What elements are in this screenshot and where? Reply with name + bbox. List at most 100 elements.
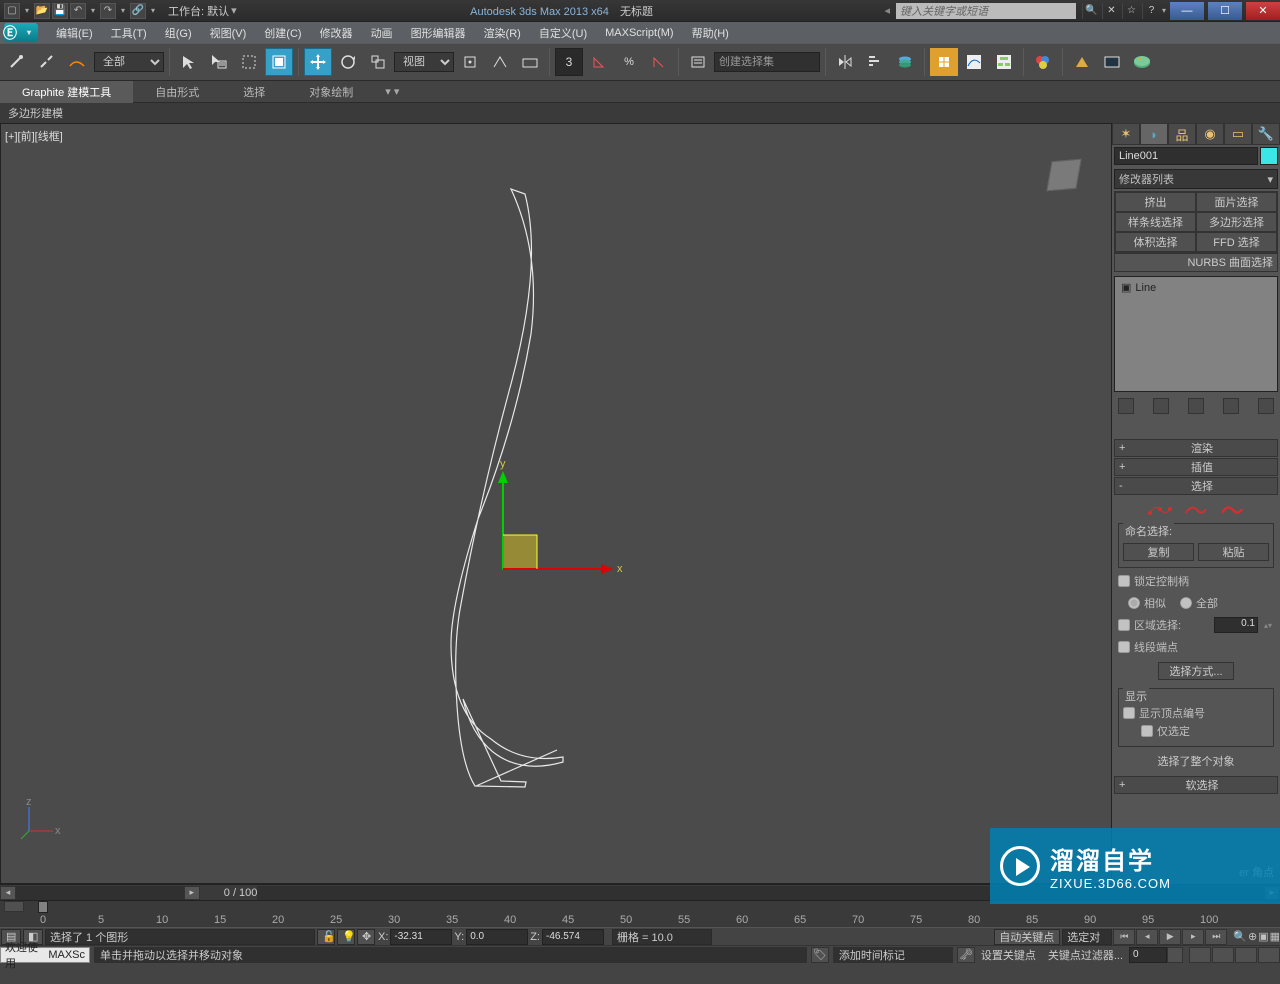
zoom-all-icon[interactable]: ⊕: [1248, 930, 1257, 943]
subscription-icon[interactable]: ✕: [1102, 3, 1120, 19]
autokey-button[interactable]: 自动关键点: [994, 929, 1060, 945]
tab-create[interactable]: ✶: [1112, 123, 1140, 145]
save-icon[interactable]: 💾: [52, 3, 68, 19]
orbit-icon[interactable]: [1235, 947, 1257, 963]
object-color-swatch[interactable]: [1260, 147, 1278, 165]
select-scale-icon[interactable]: [364, 48, 392, 76]
object-name-field[interactable]: Line001: [1114, 147, 1258, 165]
snap-toggle-icon[interactable]: 3: [555, 48, 583, 76]
select-object-icon[interactable]: [175, 48, 203, 76]
walk-icon[interactable]: [1212, 947, 1234, 963]
layer-manager-icon[interactable]: [891, 48, 919, 76]
menu-tools[interactable]: 工具(T): [103, 23, 155, 43]
mod-nurbs-select[interactable]: NURBS 曲面选择: [1114, 253, 1278, 272]
show-end-result-icon[interactable]: [1153, 398, 1169, 414]
zoom-extents-all-icon[interactable]: ▦: [1270, 930, 1280, 943]
ribbon-panel-label[interactable]: 多边形建模: [0, 103, 1280, 123]
help-drop[interactable]: ▾: [1162, 6, 1166, 15]
viewport[interactable]: [+][前][线框] y x: [0, 123, 1112, 884]
named-sel-combo[interactable]: 创建选择集: [714, 52, 820, 72]
next-frame-icon[interactable]: ▸: [1182, 929, 1204, 945]
unlink-icon[interactable]: [34, 48, 62, 76]
menu-rendering[interactable]: 渲染(R): [476, 23, 529, 43]
curve-editor-icon[interactable]: [960, 48, 988, 76]
percent-snap-icon[interactable]: %: [615, 48, 643, 76]
edit-named-sel-icon[interactable]: [684, 48, 712, 76]
menu-animation[interactable]: 动画: [363, 23, 401, 43]
zoom-icon[interactable]: 🔍: [1233, 930, 1247, 943]
schematic-view-icon[interactable]: [990, 48, 1018, 76]
tab-motion[interactable]: ◉: [1196, 123, 1224, 145]
menu-modifiers[interactable]: 修改器: [312, 23, 361, 43]
time-tag-icon[interactable]: 🏷: [811, 947, 829, 963]
modifier-stack[interactable]: ▣ Line: [1114, 276, 1278, 392]
manipulate-icon[interactable]: [486, 48, 514, 76]
mod-ffd-select[interactable]: FFD 选择: [1196, 232, 1277, 252]
expand-icon[interactable]: ▣: [1121, 281, 1131, 294]
new-drop[interactable]: ▾: [22, 4, 32, 18]
pan-icon[interactable]: [1189, 947, 1211, 963]
window-crossing-icon[interactable]: [265, 48, 293, 76]
z-coord-input[interactable]: -46.574: [542, 929, 604, 945]
help-icon[interactable]: ?: [1142, 3, 1160, 19]
prev-frame-icon[interactable]: ◂: [1136, 929, 1158, 945]
selected-label[interactable]: 选定对: [1062, 929, 1112, 945]
mod-extrude[interactable]: 挤出: [1115, 192, 1196, 212]
select-link-icon[interactable]: [4, 48, 32, 76]
spinner-arrows[interactable]: ▴▾: [1262, 621, 1274, 630]
redo-icon[interactable]: ↷: [100, 3, 116, 19]
goto-end-icon[interactable]: ⏭: [1205, 929, 1227, 945]
select-by-button[interactable]: 选择方式...: [1158, 662, 1233, 680]
current-frame-input[interactable]: 0: [1129, 947, 1167, 963]
use-center-icon[interactable]: [456, 48, 484, 76]
modifier-list-dropdown[interactable]: 修改器列表▾: [1114, 169, 1278, 189]
x-coord-input[interactable]: -32.31: [390, 929, 452, 945]
select-move-icon[interactable]: [304, 48, 332, 76]
remove-modifier-icon[interactable]: [1223, 398, 1239, 414]
workspace-selector[interactable]: 工作台: 默认: [168, 3, 229, 19]
select-rotate-icon[interactable]: [334, 48, 362, 76]
spinner-snap-icon[interactable]: [645, 48, 673, 76]
rollout-soft-selection[interactable]: +软选择: [1114, 776, 1278, 794]
mod-spline-select[interactable]: 样条线选择: [1115, 212, 1196, 232]
infocenter-chevron[interactable]: ◂: [884, 4, 890, 17]
configure-sets-icon[interactable]: [1258, 398, 1274, 414]
copy-button[interactable]: 复制: [1123, 543, 1194, 561]
set-key-button[interactable]: 设置关键点: [975, 947, 1042, 963]
tab-display[interactable]: ▭: [1224, 123, 1252, 145]
time-config-icon[interactable]: [1167, 947, 1183, 963]
link-drop[interactable]: ▾: [148, 4, 158, 18]
undo-icon[interactable]: ↶: [70, 3, 86, 19]
ribbon-overflow-icon[interactable]: ▾ ▾: [385, 85, 399, 98]
rollout-interpolation[interactable]: +插值: [1114, 458, 1278, 476]
scroll-left-icon[interactable]: ◂: [0, 886, 16, 900]
angle-snap-icon[interactable]: [585, 48, 613, 76]
stack-item-line[interactable]: ▣ Line: [1121, 281, 1271, 294]
tab-object-paint[interactable]: 对象绘制: [287, 81, 375, 103]
isolate-icon[interactable]: 💡: [337, 929, 355, 945]
maximize-button[interactable]: ☐: [1208, 2, 1242, 20]
play-icon[interactable]: ▶: [1159, 929, 1181, 945]
key-filters-button[interactable]: 关键点过滤器...: [1042, 947, 1129, 963]
zoom-extents-icon[interactable]: ▣: [1258, 930, 1268, 943]
render-production-icon[interactable]: [1128, 48, 1156, 76]
menu-views[interactable]: 视图(V): [202, 23, 255, 43]
search-icon[interactable]: 🔍: [1082, 3, 1100, 19]
timeline-config-icon[interactable]: [4, 901, 24, 912]
mirror-icon[interactable]: [831, 48, 859, 76]
minimize-button[interactable]: —: [1170, 2, 1204, 20]
vertex-level-icon[interactable]: [1148, 501, 1172, 517]
exchange-icon[interactable]: ☆: [1122, 3, 1140, 19]
transform-gizmo[interactable]: y x: [481, 459, 641, 619]
mod-patch-select[interactable]: 面片选择: [1196, 192, 1277, 212]
link-icon[interactable]: 🔗: [130, 3, 146, 19]
menu-maxscript[interactable]: MAXScript(M): [597, 25, 681, 41]
menu-edit[interactable]: 编辑(E): [48, 23, 101, 43]
add-time-tag[interactable]: 添加时间标记: [833, 947, 953, 963]
tab-hierarchy[interactable]: 品: [1168, 123, 1196, 145]
pin-stack-icon[interactable]: [1118, 398, 1134, 414]
goto-start-icon[interactable]: ⏮: [1113, 929, 1135, 945]
select-by-name-icon[interactable]: [205, 48, 233, 76]
spline-level-icon[interactable]: [1220, 501, 1244, 517]
undo-drop[interactable]: ▾: [88, 4, 98, 18]
